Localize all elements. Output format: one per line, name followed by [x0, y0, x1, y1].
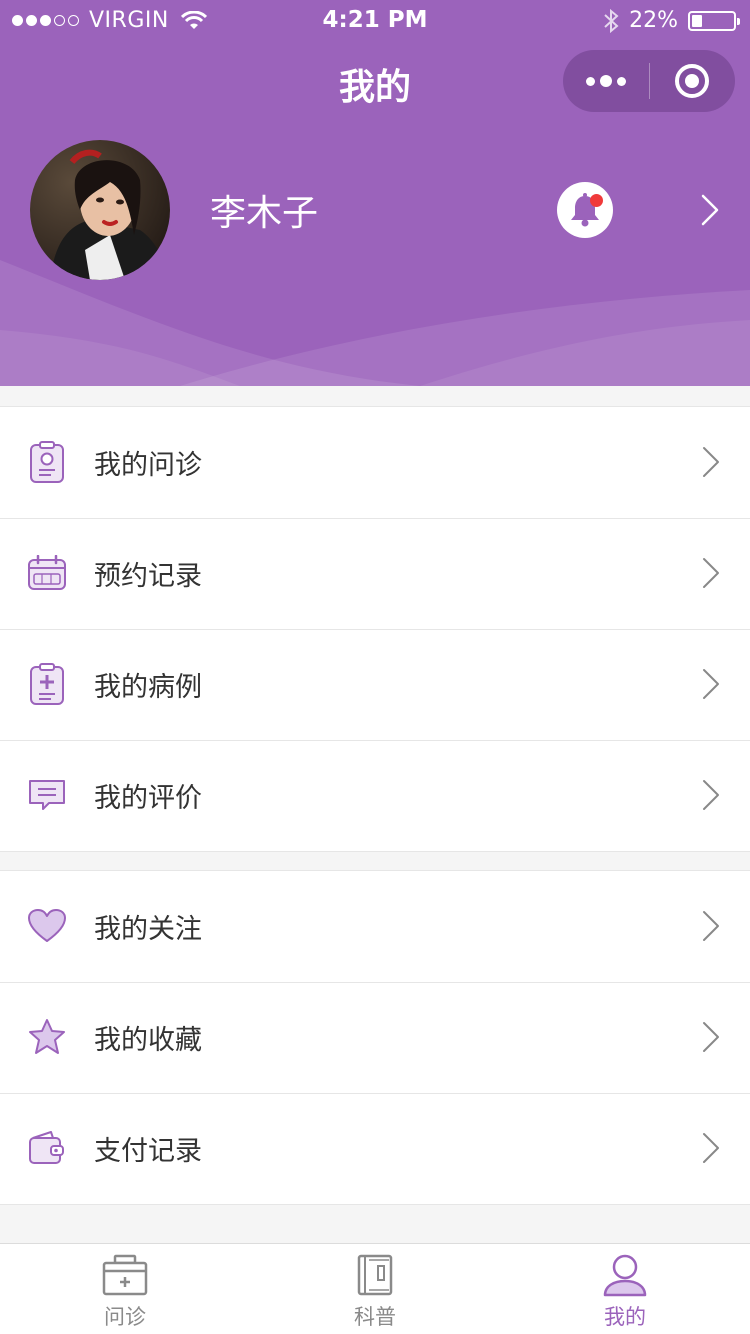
- mini-program-capsule: [563, 50, 735, 112]
- menu-item-label: 我的收藏: [94, 1025, 202, 1056]
- menu-item-consultation[interactable]: 我的问诊: [0, 407, 750, 518]
- more-button[interactable]: [563, 50, 649, 112]
- menu-item-payments[interactable]: 支付记录: [0, 1093, 750, 1204]
- bluetooth-icon: [604, 8, 619, 33]
- tab-label: 我的: [604, 1305, 646, 1329]
- user-icon: [597, 1252, 653, 1298]
- avatar[interactable]: [30, 140, 170, 280]
- menu-item-medical-records[interactable]: 我的病例: [0, 629, 750, 740]
- tab-consultation[interactable]: 问诊: [0, 1244, 250, 1334]
- chevron-right-icon: [703, 669, 719, 699]
- chevron-right-icon: [703, 558, 719, 588]
- battery-percent: 22%: [629, 8, 678, 33]
- close-mini-program-button[interactable]: [650, 50, 736, 112]
- tab-label: 科普: [354, 1305, 396, 1329]
- chevron-right-icon: [703, 447, 719, 477]
- menu-item-favorites[interactable]: 我的收藏: [0, 982, 750, 1093]
- user-name: 李木子: [210, 193, 319, 234]
- calendar-icon: [26, 551, 68, 595]
- clipboard-id-icon: [26, 440, 68, 484]
- battery-icon: [688, 10, 740, 31]
- comment-icon: [26, 773, 68, 817]
- profile-header: VIRGIN 4:21 PM 22% 我的 李木子: [0, 0, 750, 386]
- notification-button[interactable]: [557, 182, 613, 238]
- menu-item-label: 我的问诊: [94, 450, 202, 481]
- menu-group-secondary: 我的关注 我的收藏 支付记录: [0, 870, 750, 1205]
- menu-item-label: 预约记录: [94, 561, 202, 592]
- medical-record-icon: [26, 662, 68, 706]
- tab-bar: 问诊 科普 我的: [0, 1243, 750, 1334]
- menu-item-following[interactable]: 我的关注: [0, 871, 750, 982]
- status-bar: VIRGIN 4:21 PM 22%: [0, 0, 750, 44]
- star-icon: [26, 1015, 68, 1059]
- menu-item-reviews[interactable]: 我的评价: [0, 740, 750, 851]
- notification-dot: [590, 194, 603, 207]
- target-icon: [675, 64, 710, 98]
- chevron-right-icon: [703, 911, 719, 941]
- book-icon: [347, 1252, 403, 1298]
- menu-item-label: 我的关注: [94, 914, 202, 945]
- chevron-right-icon[interactable]: [700, 194, 720, 226]
- menu-item-label: 支付记录: [94, 1136, 202, 1167]
- menu-item-label: 我的病例: [94, 672, 202, 703]
- chevron-right-icon: [703, 1022, 719, 1052]
- chevron-right-icon: [703, 1133, 719, 1163]
- wallet-icon: [26, 1126, 68, 1170]
- status-right: 22%: [603, 8, 740, 33]
- tab-mine[interactable]: 我的: [500, 1244, 750, 1334]
- tab-science[interactable]: 科普: [250, 1244, 500, 1334]
- tab-label: 问诊: [104, 1305, 146, 1329]
- chevron-right-icon: [703, 780, 719, 810]
- medical-kit-icon: [97, 1252, 153, 1298]
- menu-item-label: 我的评价: [94, 783, 202, 814]
- menu-item-appointments[interactable]: 预约记录: [0, 518, 750, 629]
- heart-icon: [26, 904, 68, 948]
- menu-group-primary: 我的问诊 预约记录 我的病例 我的评价: [0, 406, 750, 852]
